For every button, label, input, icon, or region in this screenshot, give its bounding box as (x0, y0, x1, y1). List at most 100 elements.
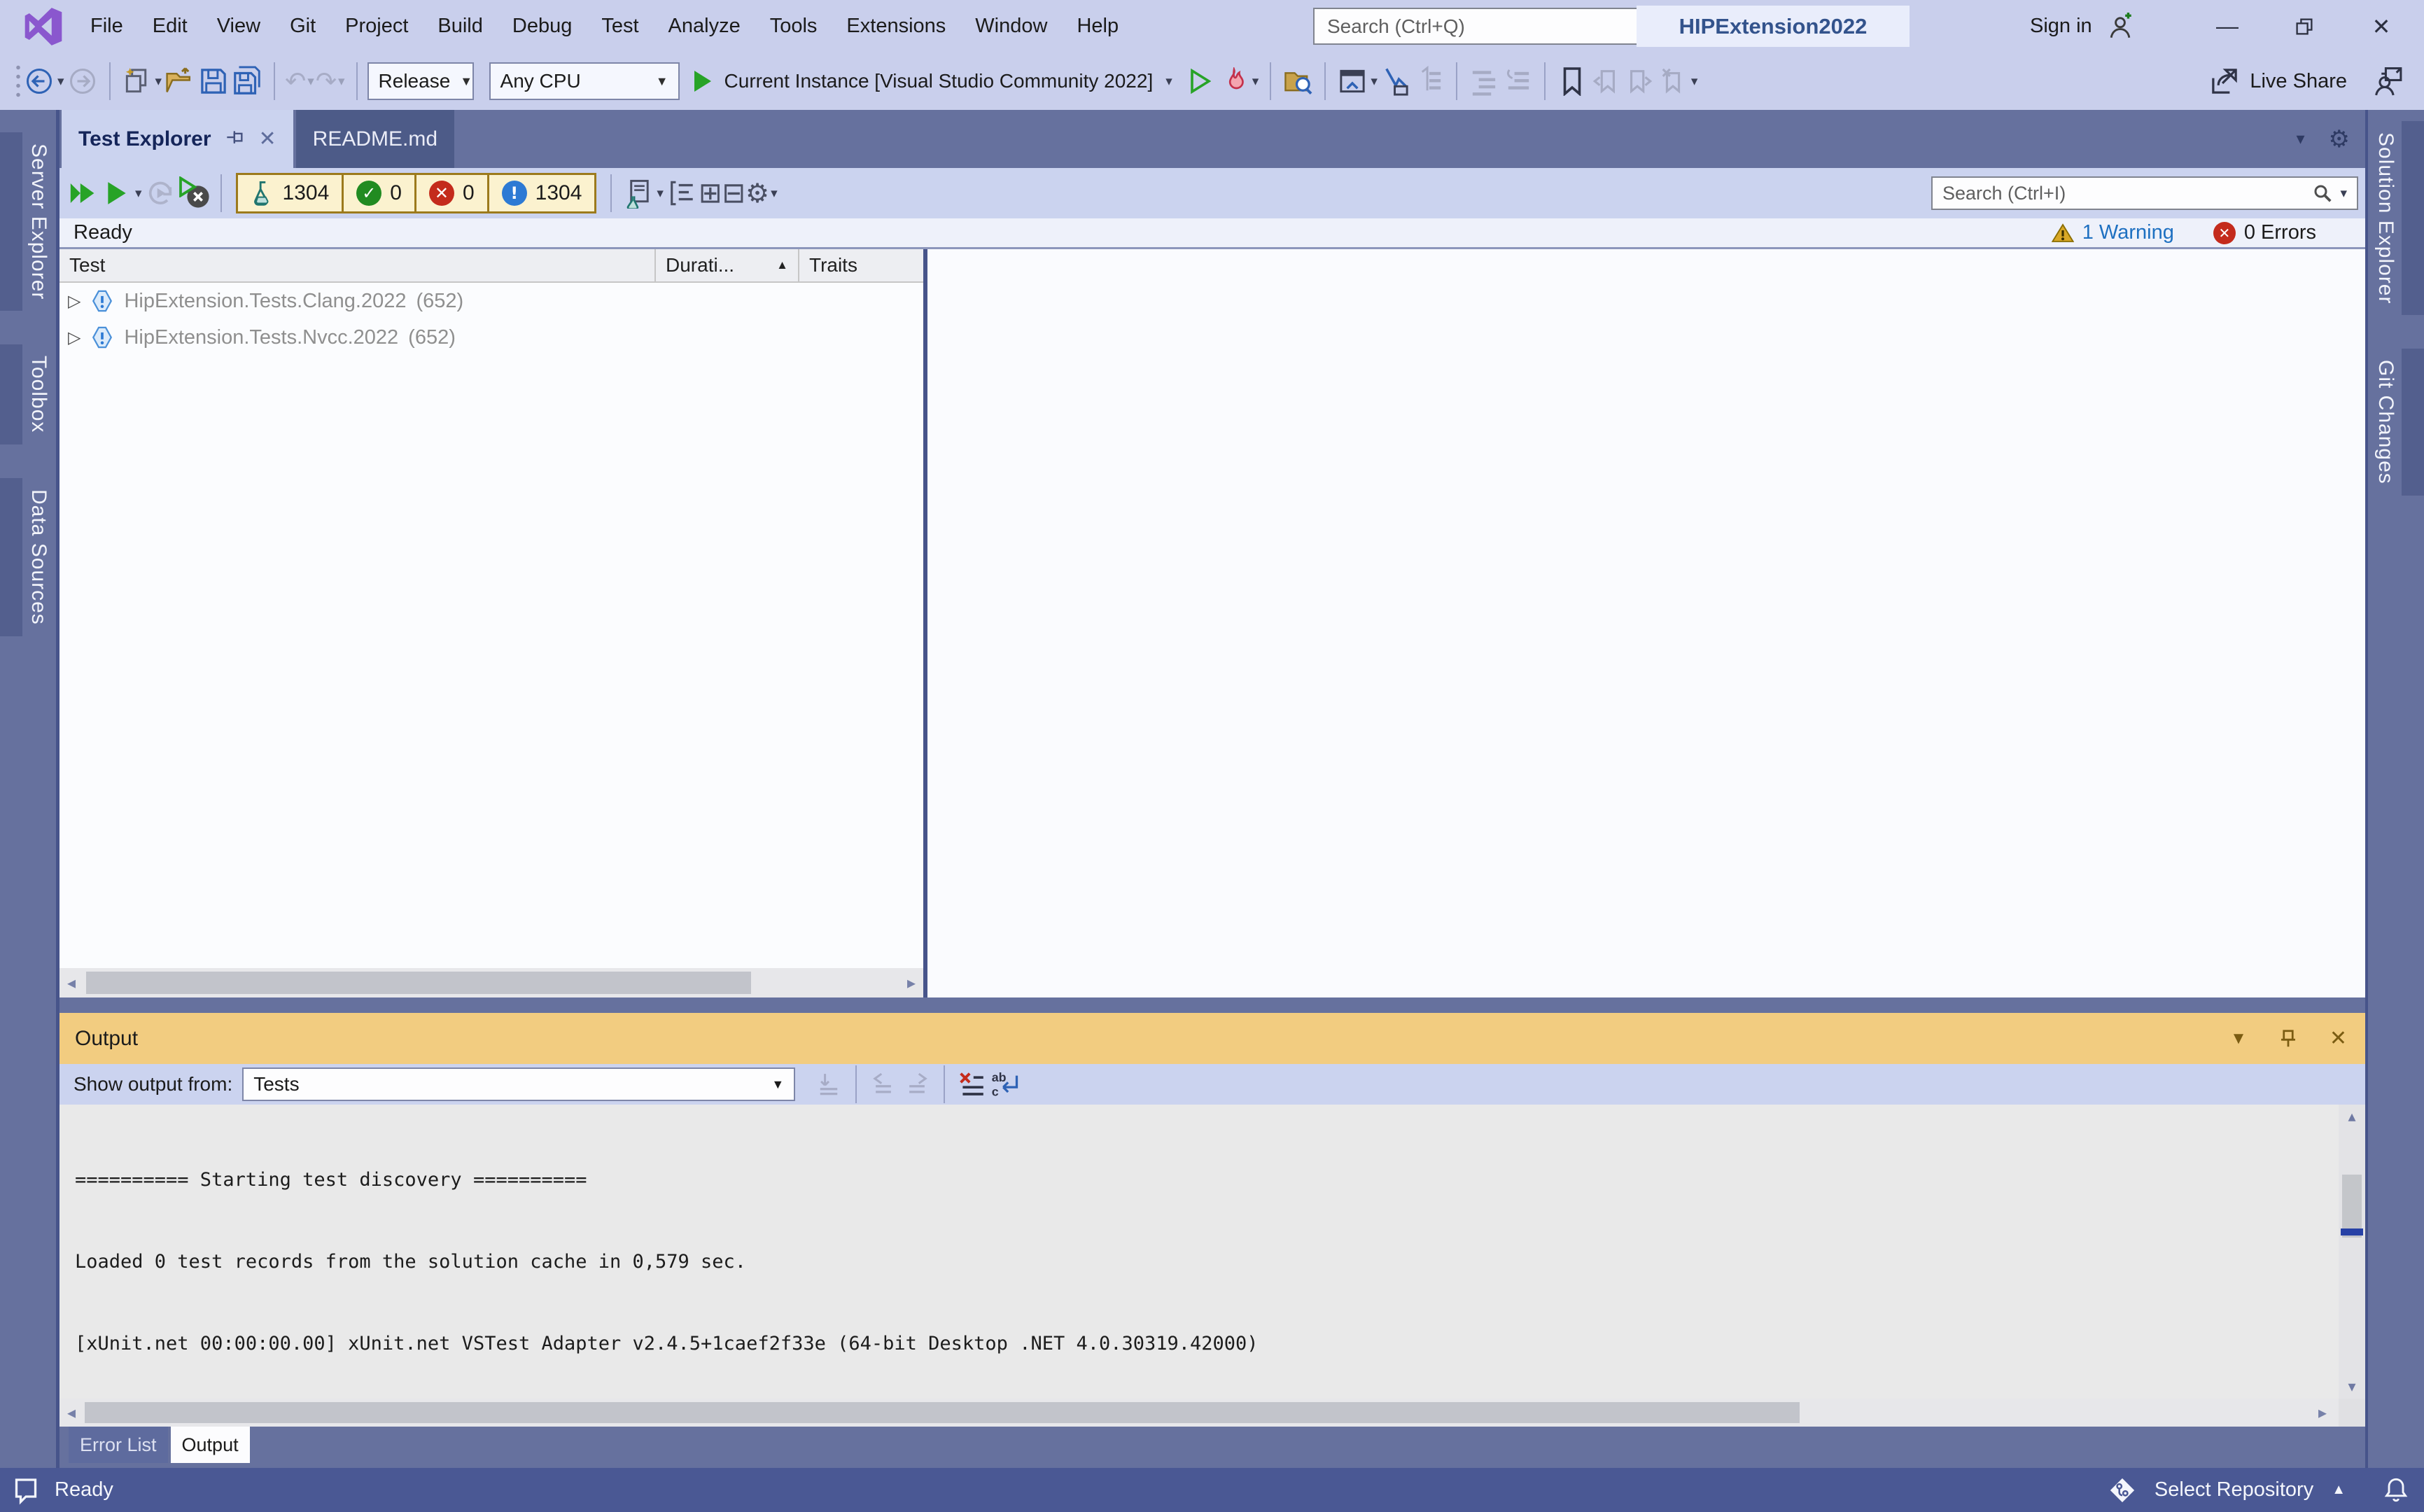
settings-dropdown-icon[interactable]: ▾ (771, 186, 778, 202)
sign-in-area[interactable]: Sign in (2030, 0, 2134, 52)
undo-icon[interactable]: ↶ (285, 66, 306, 96)
menu-help[interactable]: Help (1062, 0, 1133, 52)
menu-window[interactable]: Window (960, 0, 1062, 52)
live-share-button[interactable]: Live Share (2209, 66, 2347, 97)
group-by-icon[interactable] (665, 172, 699, 214)
scrollbar-thumb[interactable] (86, 972, 751, 994)
attach-process-icon[interactable] (1413, 60, 1446, 102)
new-project-icon[interactable] (120, 60, 154, 102)
configuration-dropdown[interactable]: Release ▼ (367, 62, 474, 100)
failed-tests-badge[interactable]: ✕ 0 (414, 175, 487, 211)
panel-pin-icon[interactable] (2278, 1028, 2299, 1049)
solution-explorer-home-icon[interactable] (1336, 60, 1369, 102)
navigate-back-icon[interactable] (22, 60, 56, 102)
user-add-icon[interactable] (2106, 13, 2134, 41)
menu-analyze[interactable]: Analyze (654, 0, 755, 52)
expander-icon[interactable]: ▷ (68, 328, 80, 348)
scroll-up-arrow-icon[interactable]: ▴ (2339, 1105, 2365, 1128)
tab-test-explorer[interactable]: Test Explorer ✕ (62, 110, 293, 168)
navigate-forward-icon[interactable] (66, 60, 99, 102)
run-dropdown-icon[interactable]: ▾ (135, 186, 142, 202)
indent-decrease-icon[interactable] (1467, 60, 1501, 102)
menu-edit[interactable]: Edit (138, 0, 202, 52)
sidebar-tab-server-explorer[interactable]: Server Explorer (0, 132, 56, 311)
toggle-bookmark-icon[interactable] (1555, 60, 1589, 102)
warnings-link[interactable]: 1 Warning (2052, 221, 2174, 244)
find-in-files-icon[interactable] (1281, 60, 1315, 102)
panel-close-icon[interactable]: ✕ (2330, 1026, 2347, 1051)
scroll-right-arrow-icon[interactable]: ▸ (2311, 1399, 2334, 1427)
next-message-icon[interactable] (900, 1063, 934, 1105)
test-settings-gear-icon[interactable]: ⚙ (745, 178, 769, 209)
sidebar-tab-solution-explorer[interactable]: Solution Explorer (2368, 121, 2424, 315)
output-horizontal-scrollbar[interactable]: ◂ ▸ (59, 1399, 2365, 1427)
previous-bookmark-icon[interactable] (1589, 60, 1623, 102)
scroll-right-arrow-icon[interactable]: ▸ (899, 968, 923, 997)
indent-increase-icon[interactable] (1501, 60, 1534, 102)
redo-icon[interactable]: ↷ (316, 66, 337, 96)
scrollbar-thumb[interactable] (85, 1402, 1800, 1423)
save-icon[interactable] (197, 60, 230, 102)
menu-build[interactable]: Build (423, 0, 498, 52)
new-project-dropdown-icon[interactable]: ▾ (155, 74, 162, 90)
next-bookmark-icon[interactable] (1623, 60, 1656, 102)
column-test[interactable]: Test (59, 249, 654, 281)
sidebar-tab-toolbox[interactable]: Toolbox (0, 344, 56, 444)
test-list-horizontal-scrollbar[interactable]: ◂ ▸ (59, 968, 923, 997)
bookmark-overflow-icon[interactable]: ▾ (1691, 74, 1698, 90)
expand-all-icon[interactable]: ⊞ (699, 177, 722, 209)
cancel-run-icon[interactable] (177, 172, 211, 214)
clear-bookmarks-icon[interactable] (1656, 60, 1690, 102)
start-debug-button[interactable]: Current Instance [Visual Studio Communit… (692, 69, 1174, 94)
save-all-icon[interactable] (230, 60, 264, 102)
column-traits[interactable]: Traits (798, 249, 923, 281)
close-button[interactable]: ✕ (2343, 0, 2420, 52)
menu-extensions[interactable]: Extensions (832, 0, 960, 52)
menu-view[interactable]: View (202, 0, 275, 52)
search-options-chevron-icon[interactable]: ▾ (2340, 186, 2347, 202)
hot-reload-icon[interactable] (1217, 60, 1251, 102)
menu-tools[interactable]: Tools (755, 0, 832, 52)
test-row-clang[interactable]: ▷ HipExtension.Tests.Clang.2022 (652) (59, 283, 923, 319)
output-vertical-scrollbar[interactable]: ▴ ▾ (2339, 1105, 2365, 1399)
sidebar-tab-data-sources[interactable]: Data Sources (0, 478, 56, 636)
repository-chevron-up-icon[interactable]: ▲ (2332, 1482, 2346, 1498)
restore-button[interactable] (2266, 0, 2343, 52)
output-panel-header[interactable]: Output ▼ ✕ (59, 1013, 2365, 1064)
repeat-last-run-icon[interactable] (143, 172, 177, 214)
select-tool-icon[interactable] (1379, 60, 1413, 102)
scroll-down-arrow-icon[interactable]: ▾ (2339, 1375, 2365, 1399)
not-run-tests-badge[interactable]: ! 1304 (487, 175, 595, 211)
test-row-nvcc[interactable]: ▷ HipExtension.Tests.Nvcc.2022 (652) (59, 319, 923, 356)
panel-chevron-down-icon[interactable]: ▼ (2230, 1029, 2247, 1049)
passed-tests-badge[interactable]: ✓ 0 (342, 175, 414, 211)
scroll-left-arrow-icon[interactable]: ◂ (59, 1399, 83, 1427)
test-search-input[interactable] (1941, 182, 2312, 205)
navigate-back-dropdown-icon[interactable]: ▾ (57, 74, 64, 90)
hot-reload-dropdown-icon[interactable]: ▾ (1252, 74, 1259, 90)
sign-in-label[interactable]: Sign in (2030, 15, 2092, 38)
notifications-bell-icon[interactable] (2382, 1476, 2410, 1504)
test-search-box[interactable]: ▾ (1931, 176, 2358, 210)
column-duration[interactable]: Durati... ▲ (654, 249, 798, 281)
sidebar-tab-git-changes[interactable]: Git Changes (2368, 349, 2424, 496)
menu-file[interactable]: File (76, 0, 138, 52)
tab-output[interactable]: Output (171, 1427, 250, 1463)
feedback-icon[interactable] (2372, 60, 2406, 102)
clear-all-icon[interactable] (955, 1063, 988, 1105)
undo-dropdown-icon[interactable]: ▾ (307, 74, 314, 90)
total-tests-badge[interactable]: 1304 (238, 175, 342, 211)
pin-icon[interactable] (225, 130, 245, 149)
start-debug-dropdown-icon[interactable]: ▾ (1165, 74, 1172, 90)
word-wrap-icon[interactable]: abc (988, 1063, 1022, 1105)
feedback-flag-icon[interactable] (11, 1476, 41, 1505)
menu-project[interactable]: Project (330, 0, 423, 52)
tab-error-list[interactable]: Error List (69, 1427, 168, 1463)
tab-row-settings-gear-icon[interactable]: ⚙ (2329, 125, 2350, 153)
collapse-all-icon[interactable]: ⊟ (722, 177, 745, 209)
sort-ascending-icon[interactable]: ▲ (776, 258, 788, 272)
errors-item[interactable]: ✕ 0 Errors (2213, 221, 2316, 244)
close-tab-icon[interactable]: ✕ (259, 127, 276, 151)
run-all-tests-icon[interactable] (66, 172, 100, 214)
message-jump-icon[interactable] (812, 1063, 846, 1105)
